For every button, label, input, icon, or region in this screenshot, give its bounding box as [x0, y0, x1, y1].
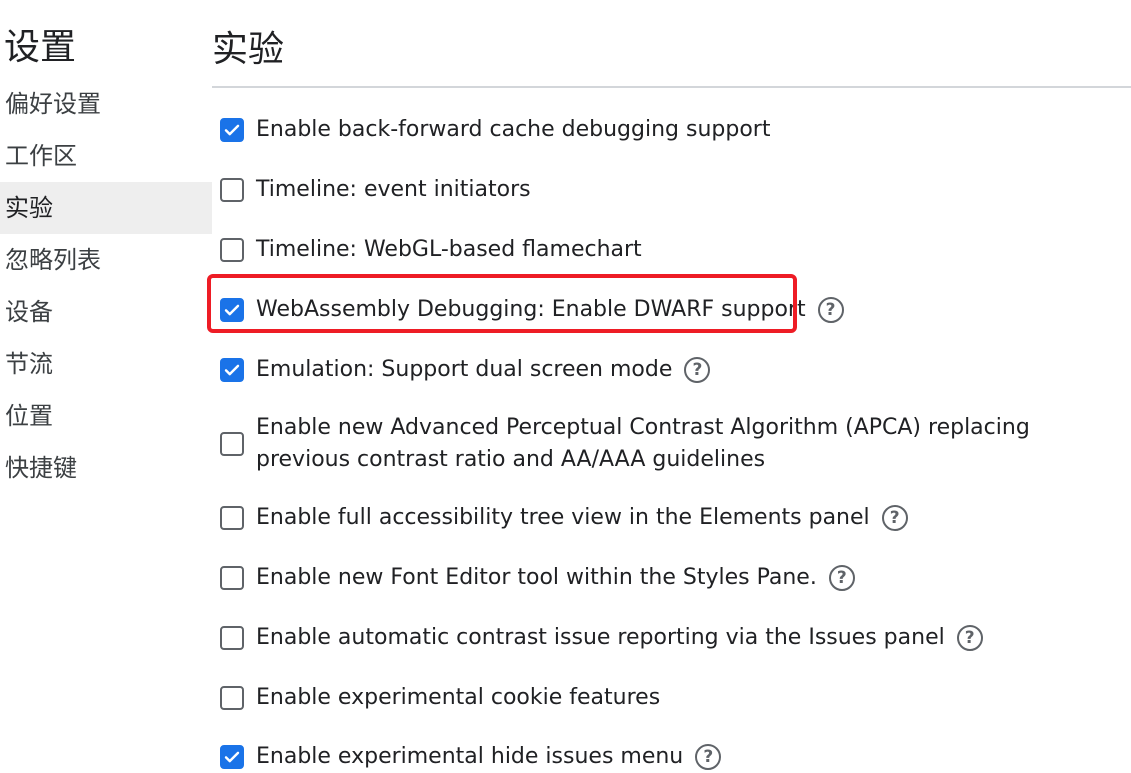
- experiment-label: Enable experimental hide issues menu: [256, 744, 684, 769]
- experiment-label: WebAssembly Debugging: Enable DWARF supp…: [256, 297, 806, 322]
- sidebar-item-preferences[interactable]: 偏好设置: [0, 78, 212, 130]
- help-icon[interactable]: ?: [881, 505, 908, 531]
- experiment-label: Timeline: event initiators: [256, 177, 531, 202]
- experiment-checkbox[interactable]: [220, 358, 244, 382]
- sidebar-item-experiments[interactable]: 实验: [0, 182, 212, 234]
- experiment-row: Timeline: WebGL-based flamechart: [220, 234, 642, 266]
- help-icon[interactable]: ?: [695, 744, 722, 770]
- experiment-row: Enable new Advanced Perceptual Contrast …: [220, 412, 1106, 476]
- experiment-checkbox[interactable]: [220, 118, 244, 142]
- experiment-checkbox[interactable]: [220, 432, 244, 456]
- sidebar-item-ignore-list[interactable]: 忽略列表: [0, 234, 212, 286]
- experiment-checkbox[interactable]: [220, 506, 244, 530]
- help-icon[interactable]: ?: [684, 357, 711, 383]
- experiments-panel: 实验 Enable back-forward cache debugging s…: [207, 0, 1131, 770]
- sidebar-nav: 偏好设置 工作区 实验 忽略列表 设备 节流 位置 快捷键: [0, 78, 212, 494]
- experiment-label: Enable experimental cookie features: [256, 685, 661, 710]
- help-icon[interactable]: ?: [817, 297, 844, 323]
- experiment-checkbox[interactable]: [220, 238, 244, 262]
- experiment-checkbox[interactable]: [220, 298, 244, 322]
- checkmark-icon: [224, 304, 240, 316]
- experiment-checkbox[interactable]: [220, 178, 244, 202]
- experiment-checkbox[interactable]: [220, 626, 244, 650]
- experiment-label: Enable back-forward cache debugging supp…: [256, 117, 771, 142]
- settings-sidebar: 设置 偏好设置 工作区 实验 忽略列表 设备 节流 位置 快捷键: [0, 0, 212, 769]
- experiment-label: Enable full accessibility tree view in t…: [256, 505, 870, 530]
- experiment-row: Timeline: event initiators: [220, 174, 531, 206]
- sidebar-item-workspace[interactable]: 工作区: [0, 130, 212, 182]
- sidebar-item-throttling[interactable]: 节流: [0, 338, 212, 390]
- experiment-row: WebAssembly Debugging: Enable DWARF supp…: [220, 294, 844, 326]
- experiment-row: Enable experimental cookie features: [220, 682, 660, 714]
- experiment-label: Emulation: Support dual screen mode: [256, 357, 673, 382]
- experiment-row: Enable back-forward cache debugging supp…: [220, 114, 770, 146]
- checkmark-icon: [224, 364, 240, 376]
- sidebar-item-shortcuts[interactable]: 快捷键: [0, 442, 212, 494]
- sidebar-item-devices[interactable]: 设备: [0, 286, 212, 338]
- experiment-label: Enable new Font Editor tool within the S…: [256, 565, 817, 590]
- sidebar-item-locations[interactable]: 位置: [0, 390, 212, 442]
- experiment-checkbox[interactable]: [220, 566, 244, 590]
- checkmark-icon: [224, 124, 240, 136]
- sidebar-title: 设置: [4, 27, 77, 68]
- experiment-label: Enable automatic contrast issue reportin…: [256, 625, 945, 650]
- experiment-row: Enable automatic contrast issue reportin…: [220, 622, 983, 654]
- divider: [212, 86, 1131, 88]
- experiment-row: Enable full accessibility tree view in t…: [220, 502, 908, 534]
- page-title: 实验: [212, 29, 285, 70]
- help-icon[interactable]: ?: [828, 565, 855, 591]
- experiment-checkbox[interactable]: [220, 745, 244, 769]
- experiment-label: Enable new Advanced Perceptual Contrast …: [256, 415, 1030, 472]
- experiment-checkbox[interactable]: [220, 686, 244, 710]
- experiment-label: Timeline: WebGL-based flamechart: [256, 237, 642, 262]
- experiment-row: Emulation: Support dual screen mode ?: [220, 354, 711, 386]
- experiment-row: Enable new Font Editor tool within the S…: [220, 562, 855, 594]
- help-icon[interactable]: ?: [956, 625, 983, 651]
- experiment-row: Enable experimental hide issues menu ?: [220, 741, 722, 773]
- checkmark-icon: [224, 751, 240, 763]
